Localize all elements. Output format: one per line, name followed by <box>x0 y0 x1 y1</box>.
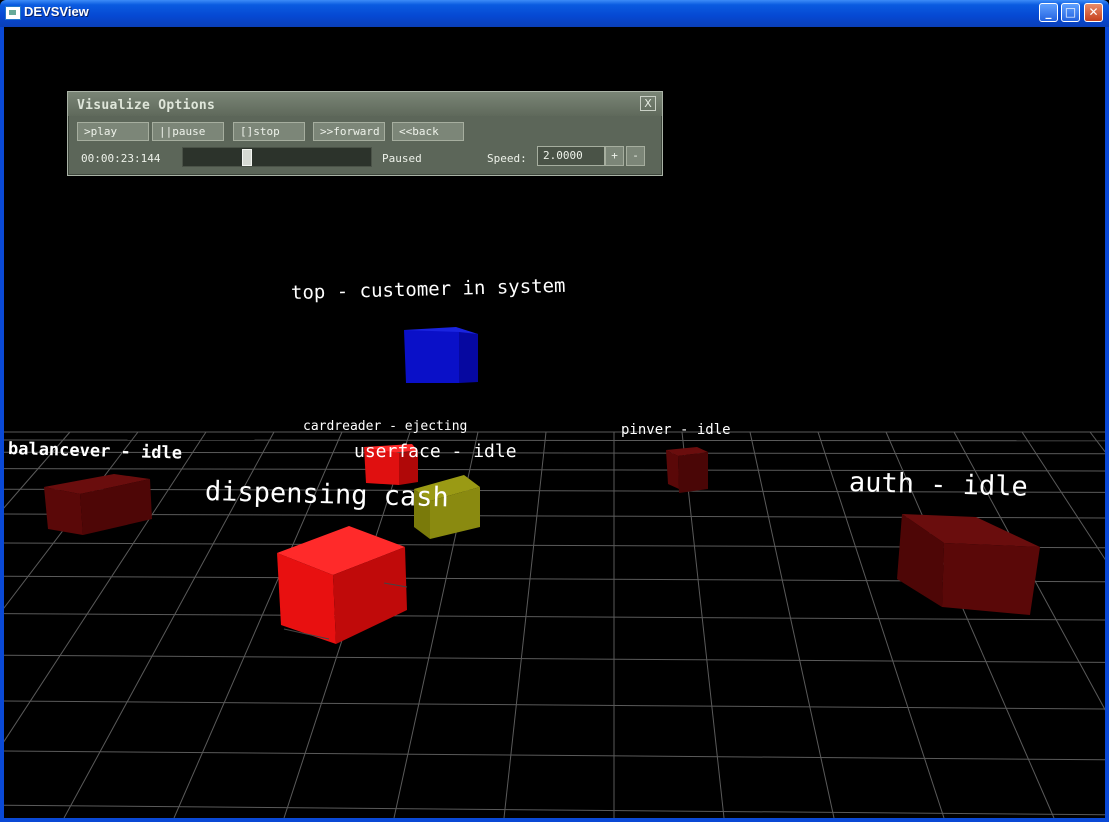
model-label-userface: userface - idle <box>354 441 517 462</box>
stop-button[interactable]: []stop <box>233 122 305 141</box>
model-block-balancever[interactable] <box>44 474 152 535</box>
play-button[interactable]: >play <box>77 122 149 141</box>
pause-button[interactable]: ||pause <box>152 122 224 141</box>
playback-status: Paused <box>382 152 422 165</box>
timeline-slider-thumb[interactable] <box>242 149 252 166</box>
back-button[interactable]: <<back <box>392 122 464 141</box>
panel-close-button[interactable]: X <box>640 96 656 111</box>
model-label-auth: auth - idle <box>848 467 1029 503</box>
speed-decrease-button[interactable]: - <box>626 146 645 166</box>
time-display: 00:00:23:144 <box>81 152 161 165</box>
forward-button[interactable]: >>forward <box>313 122 385 141</box>
model-label-dispensing: dispensing cash <box>204 476 450 514</box>
model-label-cardreader: cardreader - ejecting <box>303 419 468 434</box>
speed-increase-button[interactable]: + <box>605 146 624 166</box>
title-bar[interactable]: DEVSView _ □ ✕ <box>0 0 1109 27</box>
window-title: DEVSView <box>24 4 89 19</box>
model-block-top[interactable] <box>404 327 478 383</box>
app-icon <box>5 6 21 20</box>
model-block-auth[interactable] <box>897 514 1040 615</box>
close-button[interactable]: ✕ <box>1084 3 1103 22</box>
minimize-button[interactable]: _ <box>1039 3 1058 22</box>
speed-label: Speed: <box>487 152 527 165</box>
speed-input[interactable]: 2.0000 <box>537 146 605 166</box>
window-frame-right <box>1105 27 1109 822</box>
window-frame-bottom <box>0 818 1109 822</box>
maximize-button[interactable]: □ <box>1061 3 1080 22</box>
visualize-options-panel[interactable]: Visualize Options X >play ||pause []stop… <box>67 91 663 176</box>
panel-header[interactable]: Visualize Options X <box>68 92 662 116</box>
model-block-pinver[interactable] <box>666 447 708 493</box>
panel-title: Visualize Options <box>77 98 216 113</box>
timeline-slider[interactable] <box>182 147 372 167</box>
model-label-pinver: pinver - idle <box>621 422 731 438</box>
model-block-dispensing[interactable] <box>277 526 408 644</box>
